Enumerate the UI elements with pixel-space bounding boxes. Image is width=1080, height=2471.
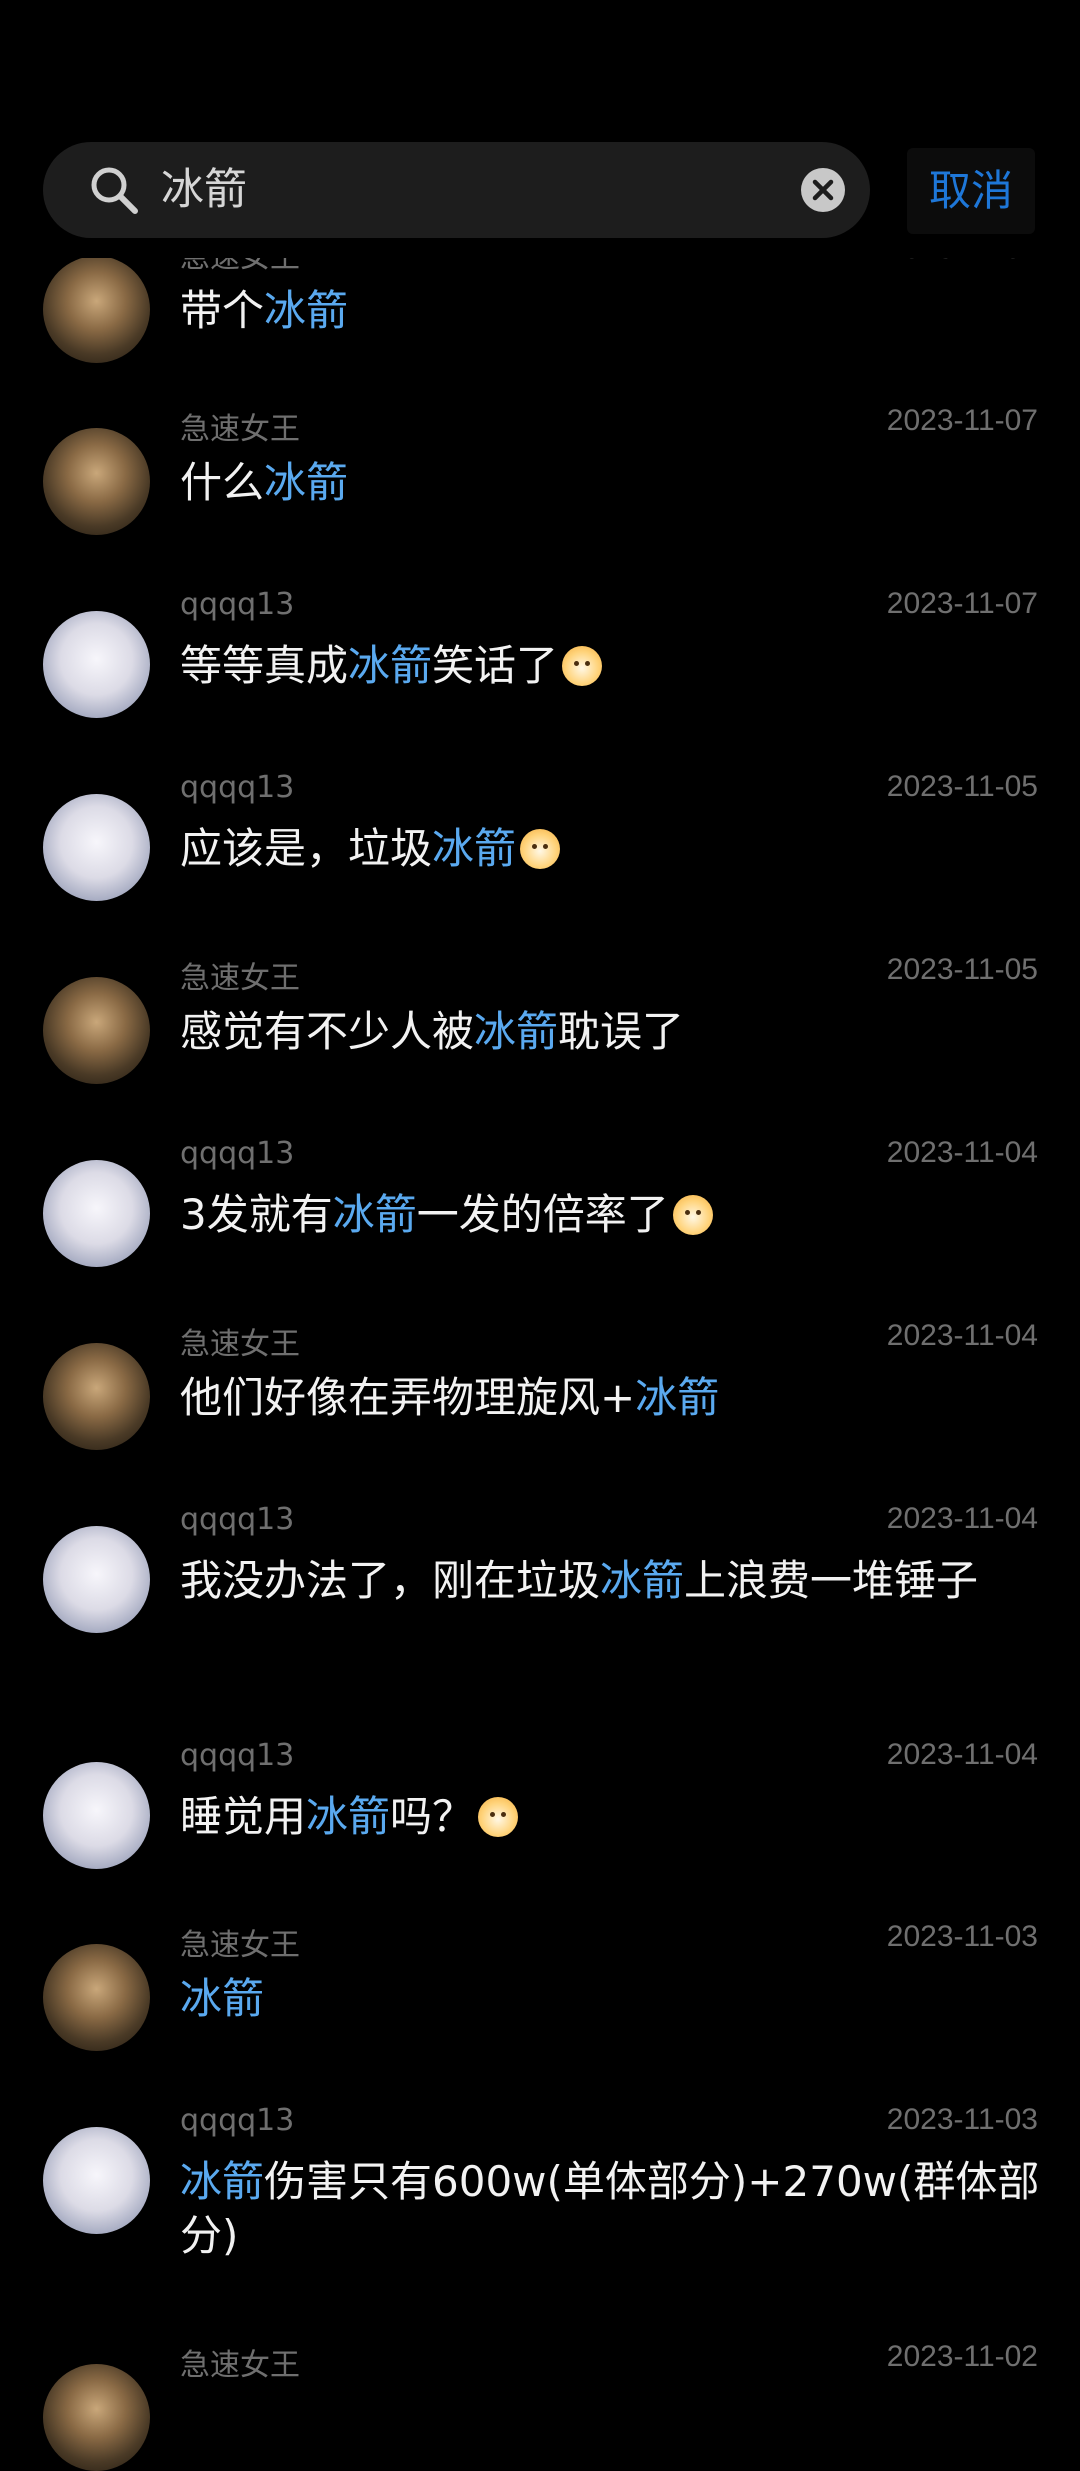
- avatar[interactable]: [43, 794, 150, 901]
- user-name: 急速女王: [180, 412, 300, 447]
- message-text: 什么冰箭: [180, 456, 1040, 510]
- search-highlight: 冰箭: [264, 286, 349, 335]
- search-highlight: 冰箭: [432, 824, 517, 873]
- message-text-pre: 3发就有: [180, 1190, 333, 1239]
- search-highlight: 冰箭: [180, 1974, 265, 2023]
- avatar[interactable]: [43, 1343, 150, 1450]
- message-text: 他们好像在弄物理旋风+冰箭: [180, 1371, 1040, 1425]
- search-header: 取消: [0, 0, 1080, 258]
- clear-icon[interactable]: [800, 167, 846, 213]
- avatar[interactable]: [43, 1526, 150, 1633]
- cancel-button[interactable]: 取消: [907, 148, 1035, 234]
- message-date: 2023-11-04: [886, 1136, 1038, 1169]
- message-text-post: 上浪费一堆锤子: [684, 1556, 979, 1605]
- avatar[interactable]: [43, 428, 150, 535]
- user-name: qqqq13: [180, 1738, 295, 1773]
- message-text-pre: 睡觉用: [180, 1792, 307, 1841]
- message-text: 3发就有冰箭一发的倍率了: [180, 1188, 1040, 1242]
- search-highlight: 冰箭: [264, 458, 349, 507]
- search-bar[interactable]: [43, 142, 870, 238]
- user-name: 急速女王: [180, 2348, 300, 2383]
- search-highlight: 冰箭: [332, 1190, 417, 1239]
- message-date: 2023-11-04: [886, 1502, 1038, 1535]
- search-highlight: 冰箭: [348, 641, 433, 690]
- message-date: 2023-11-03: [886, 2103, 1038, 2136]
- message-text: 冰箭伤害只有600w(单体部分)+270w(群体部分): [180, 2155, 1040, 2263]
- message-date: 2023-11-07: [886, 587, 1038, 620]
- message-text: 冰箭: [180, 1972, 1040, 2026]
- search-highlight: 冰箭: [635, 1373, 720, 1422]
- message-date: 2023-11-07: [886, 404, 1038, 437]
- message-text: 感觉有不少人被冰箭耽误了: [180, 1005, 1040, 1059]
- message-text-pre: 他们好像在弄物理旋风+: [180, 1373, 636, 1422]
- message-text: 带个冰箭: [180, 284, 1040, 338]
- message-text-pre: 我没办法了，刚在垃圾: [180, 1556, 601, 1605]
- search-highlight: 冰箭: [600, 1556, 685, 1605]
- message-text-post: 吗？: [390, 1792, 475, 1841]
- search-highlight: 冰箭: [474, 1007, 559, 1056]
- emoji-icon: [562, 646, 603, 686]
- search-highlight: 冰箭: [180, 2157, 265, 2206]
- message-date: 2023-11-03: [886, 1920, 1038, 1953]
- message-date: 2023-11-05: [886, 770, 1038, 803]
- message-date: 2023-11-04: [886, 1738, 1038, 1771]
- emoji-icon: [478, 1797, 519, 1837]
- user-name: 急速女王: [180, 1928, 300, 1963]
- emoji-icon: [520, 829, 561, 869]
- avatar[interactable]: [43, 2127, 150, 2234]
- avatar[interactable]: [43, 1160, 150, 1267]
- avatar[interactable]: [43, 1762, 150, 1869]
- user-name: qqqq13: [180, 2103, 295, 2138]
- message-text-post: 一发的倍率了: [416, 1190, 669, 1239]
- message-text-pre: 应该是，垃圾: [180, 824, 433, 873]
- message-text: 睡觉用冰箭吗？: [180, 1790, 1040, 1844]
- message-text: 应该是，垃圾冰箭: [180, 822, 1040, 876]
- user-name: qqqq13: [180, 770, 295, 805]
- message-text: 等等真成冰箭笑话了: [180, 639, 1040, 693]
- avatar[interactable]: [43, 1944, 150, 2051]
- message-text-post: 耽误了: [558, 1007, 685, 1056]
- user-name: qqqq13: [180, 587, 295, 622]
- message-date: 2023-11-02: [886, 2340, 1038, 2373]
- search-highlight: 冰箭: [306, 1792, 391, 1841]
- search-results-list: 急速女王2023-11-07带个冰箭急速女王2023-11-07什么冰箭qqqq…: [0, 0, 1080, 2471]
- user-name: 急速女王: [180, 961, 300, 996]
- message-text-pre: 什么: [180, 458, 265, 507]
- avatar[interactable]: [43, 256, 150, 363]
- avatar[interactable]: [43, 2364, 150, 2471]
- message-text-post: 伤害只有600w(单体部分)+270w(群体部分): [180, 2157, 1040, 2260]
- message-text-pre: 等等真成: [180, 641, 349, 690]
- message-date: 2023-11-04: [886, 1319, 1038, 1352]
- message-text-post: 笑话了: [432, 641, 559, 690]
- message-text: 我没办法了，刚在垃圾冰箭上浪费一堆锤子: [180, 1554, 1040, 1608]
- user-name: qqqq13: [180, 1136, 295, 1171]
- emoji-icon: [672, 1195, 713, 1235]
- user-name: 急速女王: [180, 1327, 300, 1362]
- search-input[interactable]: [161, 142, 761, 238]
- message-text-pre: 感觉有不少人被: [180, 1007, 475, 1056]
- avatar[interactable]: [43, 977, 150, 1084]
- message-text-pre: 带个: [180, 286, 265, 335]
- message-date: 2023-11-05: [886, 953, 1038, 986]
- search-icon: [91, 167, 138, 214]
- avatar[interactable]: [43, 611, 150, 718]
- user-name: qqqq13: [180, 1502, 295, 1537]
